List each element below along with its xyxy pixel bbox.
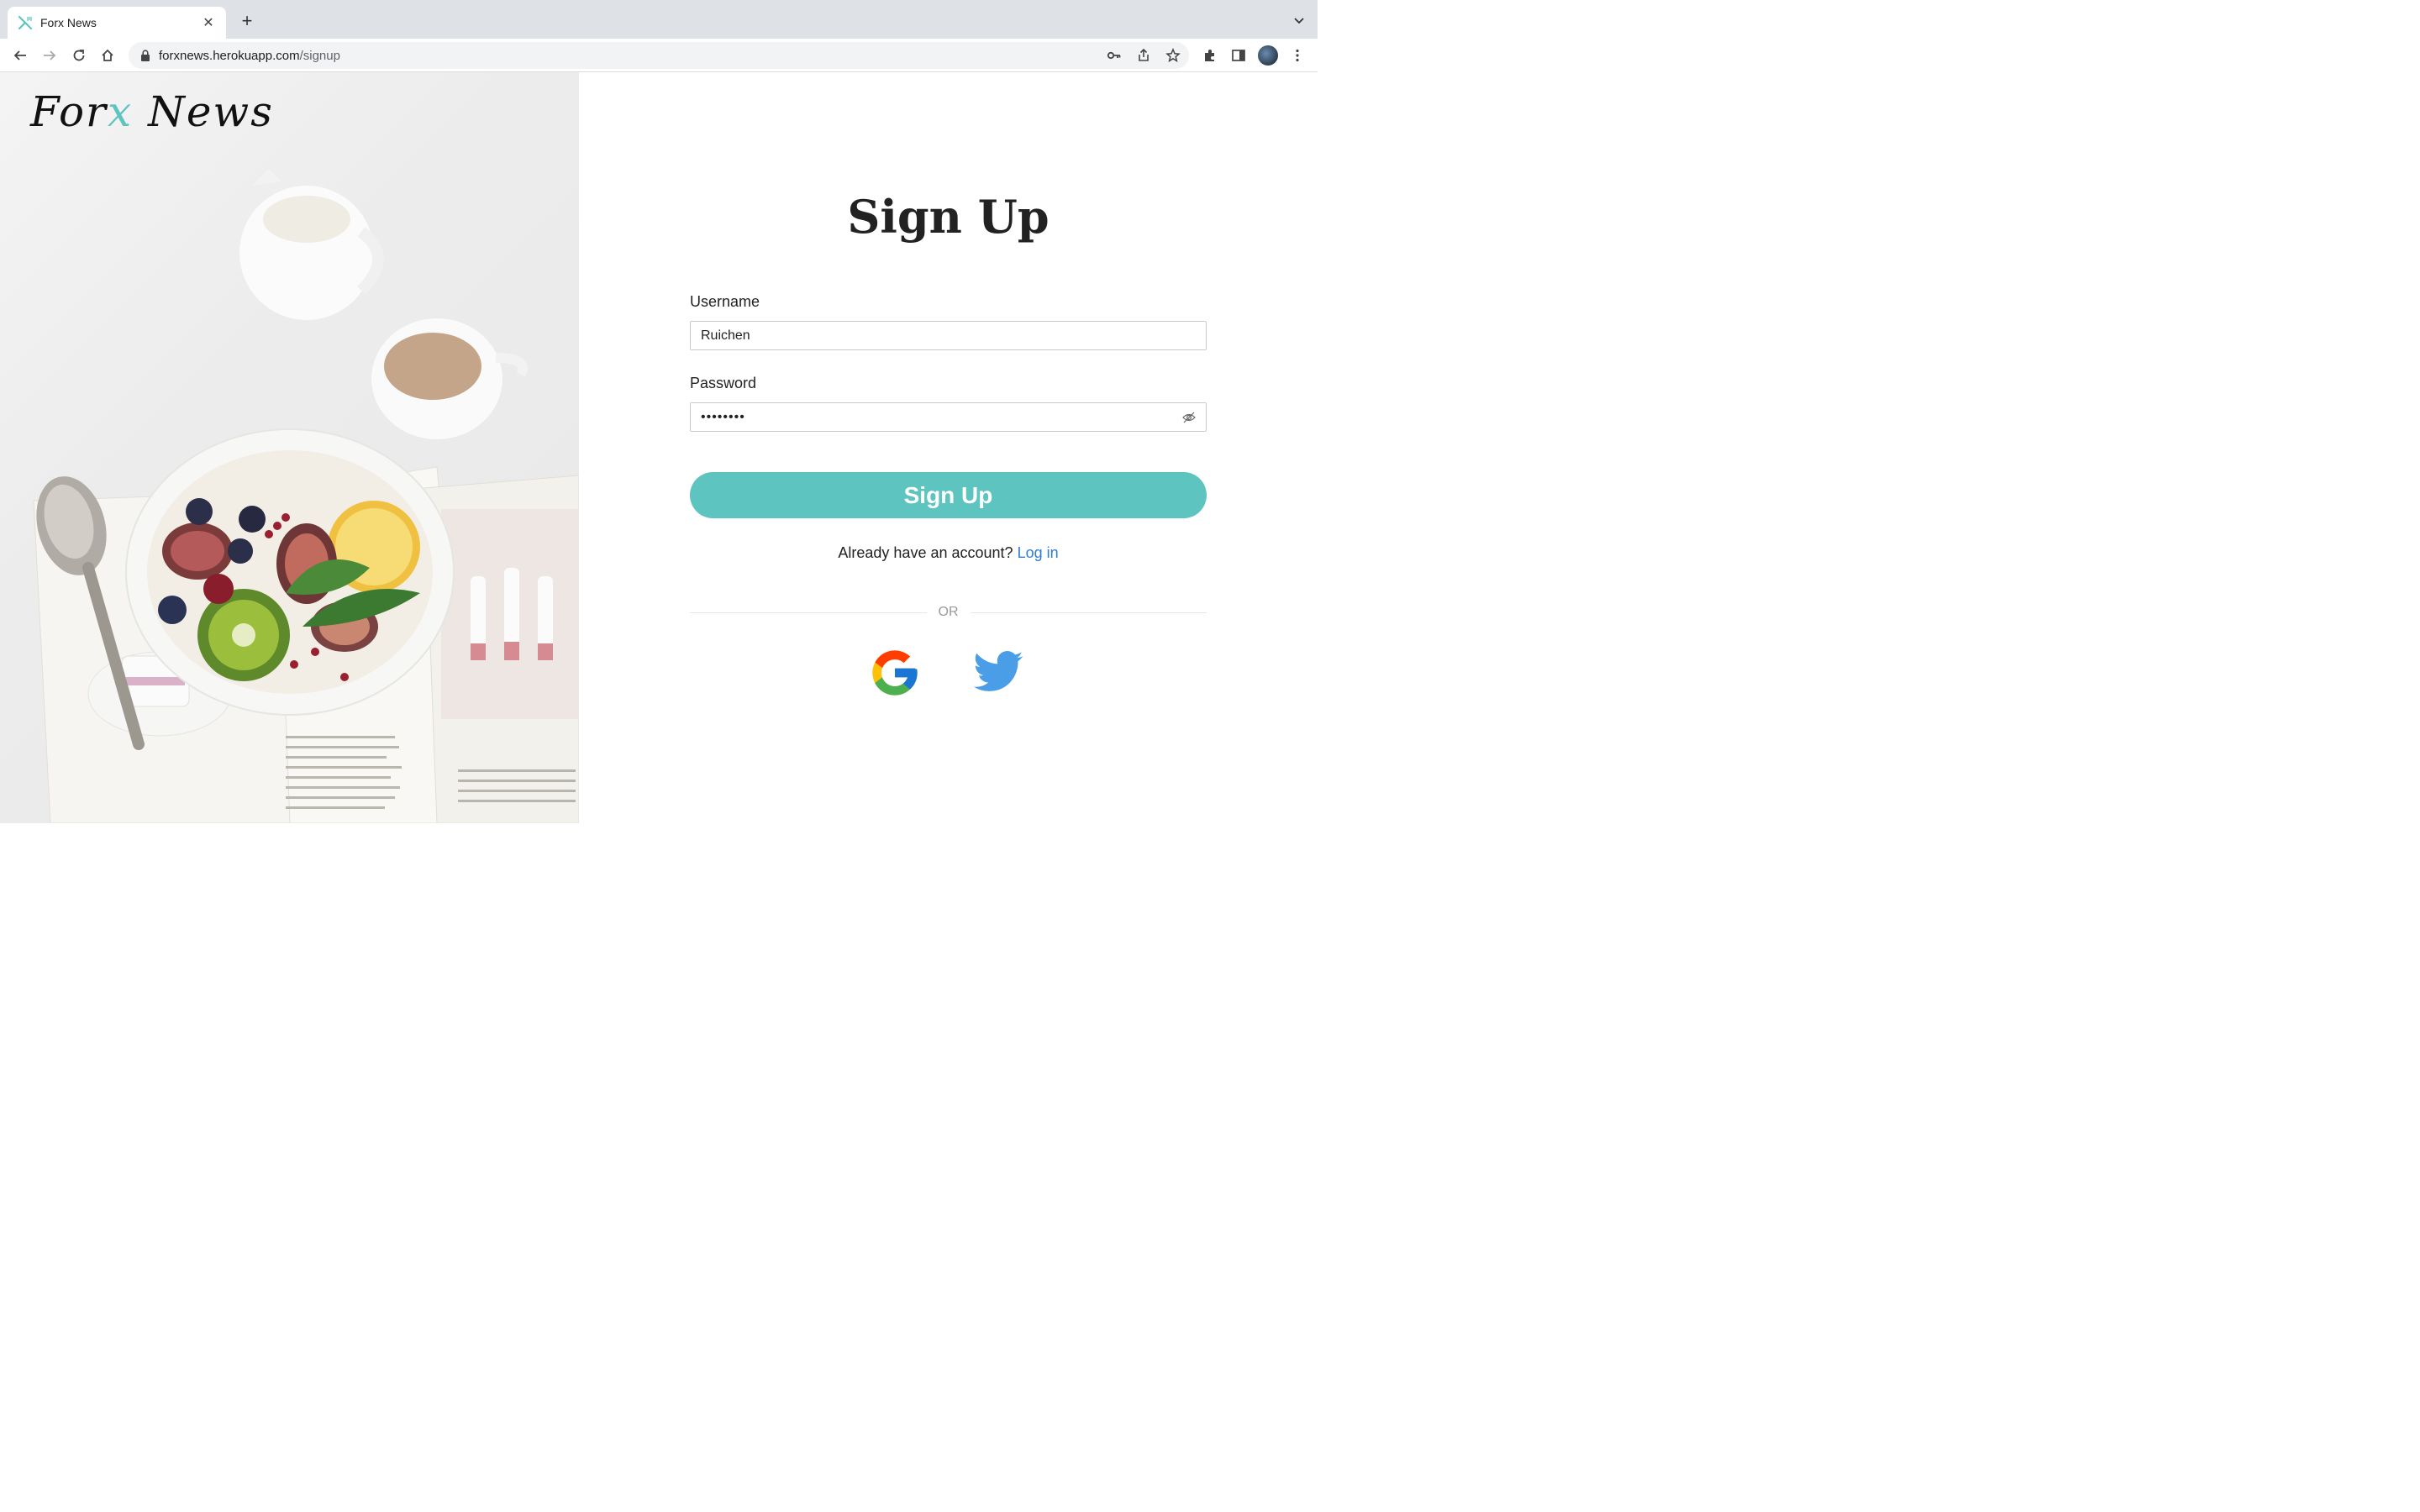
login-prompt: Already have an account? Log in [579,544,1318,562]
login-link[interactable]: Log in [1018,544,1059,561]
page-title: Sign Up [847,190,1050,244]
username-value: Ruichen [701,328,750,343]
browser-toolbar: forxnews.herokuapp.com/signup [0,39,1318,72]
tab-close-icon[interactable]: ✕ [201,14,216,31]
google-icon[interactable] [868,646,922,700]
bookmark-star-icon[interactable] [1165,48,1181,63]
new-tab-icon[interactable]: + [238,12,256,30]
tab-strip: Forx News ✕ + [0,0,1318,39]
logo-x: x [107,87,134,136]
twitter-icon[interactable] [971,646,1025,700]
url-host: forxnews.herokuapp.com [159,48,300,63]
url-path: /signup [299,48,340,63]
address-bar[interactable]: forxnews.herokuapp.com/signup [129,42,1189,69]
breakfast-illustration [33,169,579,823]
username-label: Username [690,293,760,310]
eye-slash-icon[interactable] [1182,411,1196,424]
side-panel-icon[interactable] [1228,45,1249,66]
or-divider: OR [579,605,1318,620]
forx-favicon-icon [18,15,33,30]
or-text: OR [926,605,971,619]
profile-avatar[interactable] [1258,45,1278,66]
key-icon[interactable] [1107,48,1122,63]
password-value: •••••••• [701,409,745,424]
login-prompt-text: Already have an account? [838,544,1013,561]
signup-page: Forx News Sign Up Username Ruichen Passw… [0,72,1318,823]
lock-icon [141,50,150,61]
hero-photo: Forx News [0,72,579,823]
home-icon[interactable] [97,45,118,66]
url-text: forxnews.herokuapp.com/signup [159,49,340,63]
tab-title: Forx News [40,16,97,29]
logo-suffix: News [133,87,274,136]
share-icon[interactable] [1136,48,1151,63]
logo-prefix: For [30,87,108,136]
signup-button[interactable]: Sign Up [690,472,1207,518]
username-field[interactable]: Ruichen [690,321,1207,350]
tab-search-chevron-icon[interactable] [1292,13,1306,27]
signup-form: Sign Up Username Ruichen Password ••••••… [579,72,1318,823]
reload-icon[interactable] [69,45,89,66]
password-label: Password [690,375,757,391]
back-icon[interactable] [10,45,30,66]
forx-news-logo[interactable]: Forx News [30,87,274,136]
browser-menu-icon[interactable] [1287,45,1307,66]
browser-tab[interactable]: Forx News ✕ [8,7,226,39]
extensions-puzzle-icon[interactable] [1200,45,1220,66]
password-field[interactable]: •••••••• [690,402,1207,432]
forward-icon[interactable] [39,45,60,66]
